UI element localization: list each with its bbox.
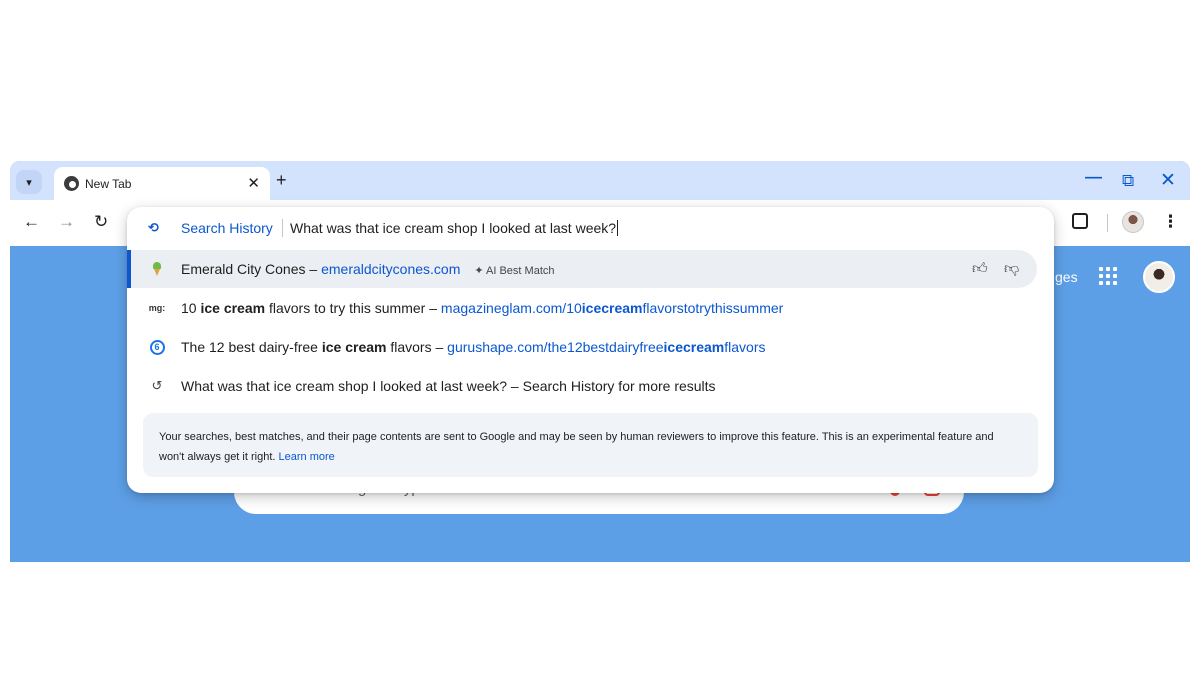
suggestion-url: emeraldcitycones.com xyxy=(321,261,461,277)
chrome-icon xyxy=(64,176,79,191)
minimize-icon[interactable]: — xyxy=(1085,167,1102,187)
profile-avatar[interactable] xyxy=(1122,211,1144,233)
tab-strip: ▾ New Tab ✕ + — ⧉ ✕ xyxy=(10,161,1190,200)
thumbs-down-icon[interactable]: 👎︎ xyxy=(1004,260,1019,278)
omnibox-input[interactable]: ⟲ Search History What was that ice cream… xyxy=(127,207,1054,249)
apps-grid-icon[interactable] xyxy=(1099,267,1117,285)
suggestion-url: gurushape.com/the12bestdairyfreeicecream… xyxy=(447,339,766,355)
search-history-icon: ⟲ xyxy=(148,220,159,235)
suggestion-row[interactable]: ↺ What was that ice cream shop I looked … xyxy=(127,367,1054,405)
suggestion-row[interactable]: mg: 10 ice cream flavors to try this sum… xyxy=(127,289,1054,327)
tab-new-tab[interactable]: New Tab ✕ xyxy=(54,167,270,200)
new-tab-button[interactable]: + xyxy=(276,170,287,191)
restore-icon[interactable]: ⧉ xyxy=(1122,171,1134,191)
ntp-account-avatar[interactable] xyxy=(1143,261,1175,293)
suggestion-url: magazineglam.com/10icecreamflavorstotryt… xyxy=(440,300,784,316)
selection-indicator xyxy=(127,250,131,288)
suggestion-text: Emerald City Cones – emeraldcitycones.co… xyxy=(181,261,555,277)
suggestion-text: What was that ice cream shop I looked at… xyxy=(181,378,716,394)
scope-divider xyxy=(282,219,283,237)
omnibox-dropdown: ⟲ Search History What was that ice cream… xyxy=(127,207,1054,493)
suggestion-text: The 12 best dairy-free ice cream flavors… xyxy=(181,339,766,355)
tab-title: New Tab xyxy=(85,177,132,191)
forward-arrow-icon[interactable]: → xyxy=(58,212,75,232)
gurushape-icon: 6 xyxy=(149,339,165,355)
suggestion-row[interactable]: 6 The 12 best dairy-free ice cream flavo… xyxy=(127,328,1054,366)
reload-icon[interactable]: ↻ xyxy=(94,212,108,232)
thumbs-up-icon[interactable]: 👍︎ xyxy=(972,260,988,278)
tab-search-button[interactable]: ▾ xyxy=(16,170,42,194)
ntp-images-link[interactable]: ges xyxy=(1055,269,1078,285)
back-arrow-icon[interactable]: ← xyxy=(23,212,40,232)
ai-disclaimer: Your searches, best matches, and their p… xyxy=(143,413,1038,477)
menu-kebab-icon[interactable]: ⋮ xyxy=(1162,212,1179,232)
suggestion-row[interactable]: Emerald City Cones – emeraldcitycones.co… xyxy=(127,250,1054,288)
toolbar-divider xyxy=(1107,214,1108,232)
extensions-icon[interactable] xyxy=(1072,213,1088,229)
suggestion-text: 10 ice cream flavors to try this summer … xyxy=(181,300,784,316)
search-scope-chip[interactable]: Search History xyxy=(181,220,273,236)
learn-more-link[interactable]: Learn more xyxy=(279,451,335,463)
ai-best-match-badge: ✦ AI Best Match xyxy=(474,265,555,277)
tab-close-icon[interactable]: ✕ xyxy=(247,174,260,192)
history-icon: ↺ xyxy=(151,378,163,393)
magazineglam-icon: mg: xyxy=(148,303,166,313)
omnibox-query-text[interactable]: What was that ice cream shop I looked at… xyxy=(290,220,619,236)
ice-cream-cone-icon xyxy=(149,261,165,277)
close-window-icon[interactable]: ✕ xyxy=(1160,169,1176,192)
